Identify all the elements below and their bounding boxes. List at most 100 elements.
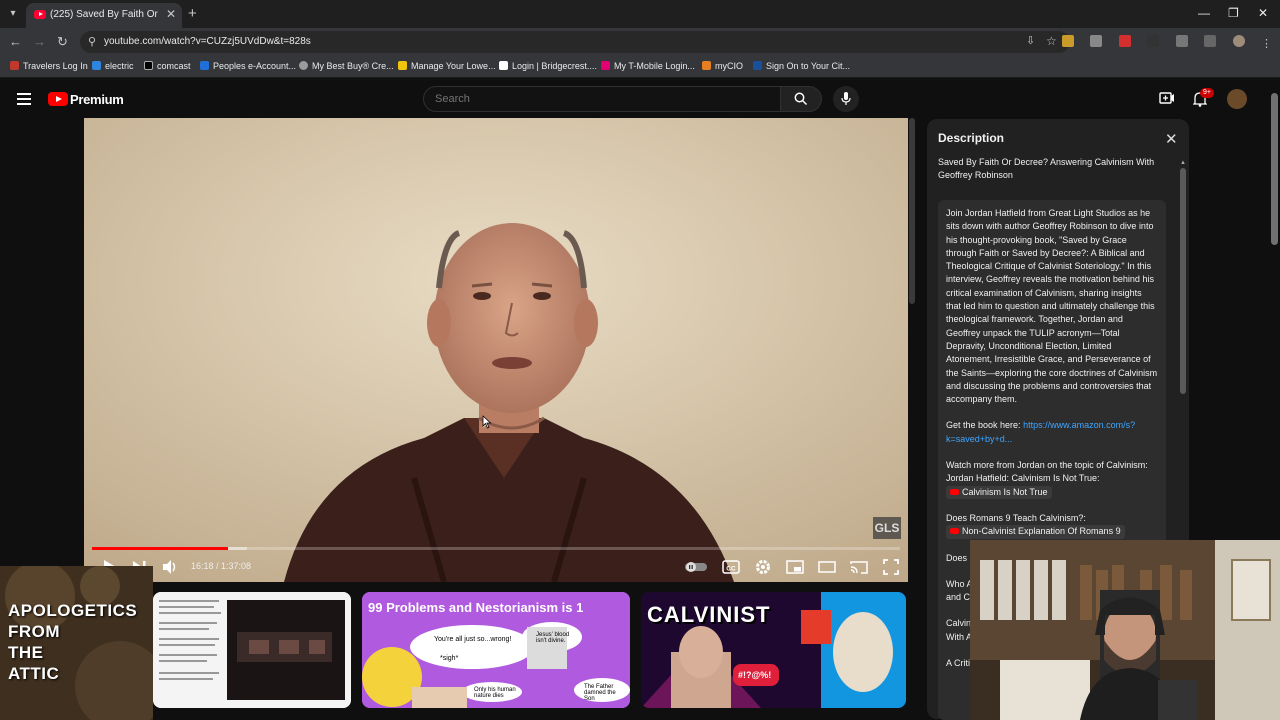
reload-icon[interactable]: ↻ xyxy=(57,34,68,50)
description-scrollbar-thumb[interactable] xyxy=(1180,168,1186,394)
bookmark-item[interactable]: Travelers Log In xyxy=(10,61,88,71)
thumbnail-card[interactable] xyxy=(153,592,351,708)
captions-icon[interactable]: CC xyxy=(721,557,741,577)
video-frame xyxy=(84,118,908,582)
microphone-icon xyxy=(841,92,851,105)
youtube-icon xyxy=(950,488,959,495)
bookmark-item[interactable]: Sign On to Your Cit... xyxy=(753,61,850,71)
search-box[interactable] xyxy=(423,86,781,112)
extension-icon[interactable] xyxy=(1147,35,1160,47)
bookmark-item[interactable]: comcast xyxy=(144,61,191,71)
mouse-cursor-icon xyxy=(482,415,492,429)
scroll-up-icon[interactable]: ▲ xyxy=(1180,160,1186,166)
pdf-extension-icon[interactable] xyxy=(1118,35,1131,47)
player-scrollbar-thumb[interactable] xyxy=(909,118,915,304)
player-scrollbar[interactable] xyxy=(908,118,916,582)
book-link-paragraph: Get the book here: https://www.amazon.co… xyxy=(946,419,1158,446)
channel-watermark[interactable]: GLS xyxy=(873,517,901,539)
bookmark-favicon-icon xyxy=(398,61,407,70)
voice-search-button[interactable] xyxy=(833,86,859,112)
bookmark-item[interactable]: My Best Buy® Cre... xyxy=(299,61,394,71)
tab-close-icon[interactable]: ✕ xyxy=(166,7,176,21)
description-heading: Description xyxy=(938,131,1005,145)
thumbnail-bubble: You're all just so...wrong! xyxy=(434,636,512,643)
avatar[interactable] xyxy=(1227,89,1247,109)
description-paragraph: Join Jordan Hatfield from Great Light St… xyxy=(946,208,1158,405)
video-link-chip[interactable]: Non-Calvinist Explanation Of Romans 9 xyxy=(946,525,1125,539)
tab-title: (225) Saved By Faith Or Decree? xyxy=(50,9,160,20)
restore-icon[interactable]: ❐ xyxy=(1228,6,1239,20)
player-controls: 16:18 / 1:37:08 CC xyxy=(84,552,908,582)
autoplay-toggle-icon[interactable] xyxy=(684,557,708,577)
window-close-icon[interactable]: ✕ xyxy=(1258,6,1268,20)
extension-icon[interactable] xyxy=(1061,35,1074,47)
bookmark-item[interactable]: myCIO xyxy=(702,61,743,71)
progress-bar[interactable] xyxy=(92,547,900,550)
profile-icon[interactable] xyxy=(1232,35,1245,47)
bookmark-favicon-icon xyxy=(10,61,19,70)
more-menu-icon[interactable]: ⋮ xyxy=(1261,37,1272,50)
thumbnail-title: 99 Problems and Nestorianism is 1 xyxy=(368,600,584,615)
bookmark-item[interactable]: Manage Your Lowe... xyxy=(398,61,496,71)
thumbnail-bubble: Jesus' blood isn't divine. xyxy=(536,632,570,644)
brand-text-line: FROM xyxy=(8,622,61,641)
thumbnail-card[interactable]: CALVINIST #!?@%! xyxy=(641,592,906,708)
address-bar-row: ← → ↻ ⚲ youtube.com/watch?v=CUZzj5UVdDw&… xyxy=(0,28,1280,56)
miniplayer-icon[interactable] xyxy=(785,557,805,577)
brand-text-line: ATTIC xyxy=(8,664,60,683)
bookmark-item[interactable]: electric xyxy=(92,61,134,71)
thumbnail-bubble: The Father damned the Son xyxy=(584,684,616,702)
search-icon xyxy=(794,92,808,106)
bookmark-favicon-icon xyxy=(702,61,711,70)
romans-paragraph: Does Romans 9 Teach Calvinism?: Non-Calv… xyxy=(946,512,1158,539)
url-text[interactable]: youtube.com/watch?v=CUZzj5UVdDw&t=828s xyxy=(104,36,311,47)
site-info-icon[interactable]: ⚲ xyxy=(88,35,96,48)
video-link-chip[interactable]: Calvinism Is Not True xyxy=(946,485,1052,499)
minimize-icon[interactable]: — xyxy=(1198,6,1210,20)
extension-icon[interactable] xyxy=(1090,35,1103,47)
x-favicon-icon xyxy=(144,61,153,70)
youtube-logo-icon[interactable] xyxy=(48,92,68,106)
fullscreen-icon[interactable] xyxy=(881,557,901,577)
bookmark-favicon-icon xyxy=(499,61,508,70)
back-icon[interactable]: ← xyxy=(9,34,22,49)
thumbnail-card[interactable]: 99 Problems and Nestorianism is 1 You're… xyxy=(362,592,630,708)
bookmark-item[interactable]: My T-Mobile Login... xyxy=(601,61,695,71)
bookmark-item[interactable]: Login | Bridgecrest.... xyxy=(499,61,597,71)
media-icon[interactable] xyxy=(1204,35,1217,47)
thumbnail-bubble: Only his human nature dies xyxy=(474,687,516,699)
menu-icon[interactable] xyxy=(17,93,31,108)
webcam-feed xyxy=(970,540,1280,720)
settings-gear-icon[interactable] xyxy=(753,557,773,577)
webcam-overlay xyxy=(970,540,1280,720)
watch-more-text: Watch more from Jordan on the topic of C… xyxy=(946,460,1148,471)
bookmark-favicon-icon xyxy=(601,61,610,70)
time-display: 16:18 / 1:37:08 xyxy=(191,561,252,571)
create-video-icon[interactable] xyxy=(1159,91,1175,105)
omnibox[interactable]: ⚲ youtube.com/watch?v=CUZzj5UVdDw&t=828s… xyxy=(80,31,1070,53)
puzzle-icon[interactable] xyxy=(1175,35,1188,47)
description-close-icon[interactable]: ✕ xyxy=(1165,130,1178,148)
tab-list-icon[interactable]: ▾ xyxy=(4,5,22,23)
video-player[interactable]: GLS 16:18 / 1:37:08 CC xyxy=(84,118,908,582)
brand-text: APOLOGETICS FROM THE ATTIC xyxy=(8,600,137,684)
forward-icon[interactable]: → xyxy=(33,34,46,49)
new-tab-icon[interactable]: + xyxy=(188,5,197,22)
cast-icon[interactable] xyxy=(849,557,869,577)
theater-mode-icon[interactable] xyxy=(817,557,837,577)
globe-icon xyxy=(299,61,308,70)
youtube-brand[interactable]: Premium xyxy=(70,92,124,107)
bookmark-item[interactable]: Peoples e-Account... xyxy=(200,61,296,71)
volume-icon[interactable] xyxy=(160,557,180,577)
youtube-favicon-icon xyxy=(34,10,46,19)
page-scrollbar-thumb[interactable] xyxy=(1271,93,1278,245)
watch-more-subtext: Jordan Hatfield: Calvinism Is Not True: xyxy=(946,473,1100,484)
thumbnail-bubble: *sigh* xyxy=(440,655,459,662)
search-input[interactable] xyxy=(424,87,780,111)
description-scrollbar[interactable]: ▲ xyxy=(1178,160,1188,394)
thumbnail-title: CALVINIST xyxy=(647,602,771,627)
search-button[interactable] xyxy=(780,86,822,112)
install-icon[interactable]: ⇩ xyxy=(1026,34,1035,47)
browser-tab[interactable]: (225) Saved By Faith Or Decree? ✕ xyxy=(26,3,182,28)
bookmark-favicon-icon xyxy=(92,61,101,70)
